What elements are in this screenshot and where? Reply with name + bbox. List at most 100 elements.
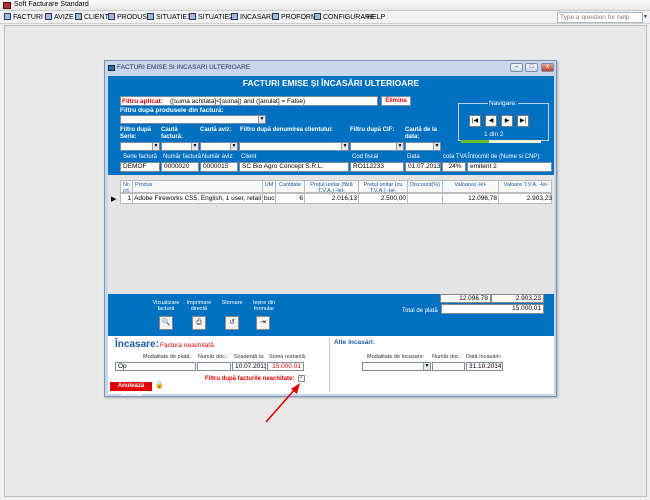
vat-rate-label: cota TVA: <box>443 154 469 160</box>
chevron-down-icon: ▼ <box>396 143 403 150</box>
receipt-method-select[interactable]: ▼ <box>362 362 431 371</box>
products-grid-header: Nr. crt. Produs UM Cantitate Prețul unit… <box>120 180 552 194</box>
receipt-doc-label: Număr doc.: <box>432 354 462 360</box>
menu-help[interactable]: HELP <box>367 13 385 22</box>
print-button[interactable]: ⎙ <box>192 316 206 330</box>
tax-code-label: Cod fiscal <box>352 154 379 160</box>
receipt-doc-field[interactable] <box>432 362 465 371</box>
doc-number-label: Număr doc.: <box>198 354 228 360</box>
cancel-invoice-button[interactable]: Anulează factura <box>110 382 152 398</box>
navigation-label: Navigare: <box>488 100 518 107</box>
issued-by-field[interactable]: emitent 2 <box>467 162 552 172</box>
cell-um[interactable]: buc <box>263 194 276 204</box>
previous-record-button[interactable]: ◀ <box>485 115 497 127</box>
payment-status: Factura neachitată <box>160 342 214 349</box>
payment-title: Încasare: <box>115 339 159 350</box>
menu-clienti[interactable]: CLIENTI <box>75 13 111 22</box>
receipt-date-field[interactable]: 31.10.2014 <box>466 362 503 371</box>
due-date-field[interactable]: 10.07.2013 <box>232 362 266 371</box>
minimize-button[interactable]: – <box>510 63 523 72</box>
help-search-input[interactable]: Type a question for help <box>557 12 643 23</box>
storno-button[interactable]: ↺ <box>225 316 239 330</box>
navigation-progress-bar <box>461 140 541 143</box>
notice-number-field[interactable]: 0000015 <box>200 162 238 172</box>
maximize-button[interactable]: □ <box>525 63 538 72</box>
remove-filter-button[interactable]: Elimina <box>381 96 411 106</box>
invoice-search-label: Caută factură: <box>161 127 184 140</box>
app-icon <box>3 2 11 9</box>
client-label: Client <box>241 154 257 160</box>
cell-valoare-tva[interactable]: 2.903,23 <box>499 194 553 204</box>
total-value-field: 12.096,78 <box>440 294 491 303</box>
series-field[interactable]: DEMOF <box>120 162 160 172</box>
report-icon <box>147 13 154 20</box>
client-filter-label: Filtru după denumirea clientului: <box>240 127 334 133</box>
annotation-arrow <box>265 383 300 423</box>
menu-situatie1[interactable]: SITUATIE1 <box>147 13 191 22</box>
cell-nr[interactable]: 1 <box>121 194 133 204</box>
vat-rate-field[interactable]: 24% <box>442 162 466 172</box>
invoice-number-field[interactable]: 0000020 <box>161 162 199 172</box>
print-label: Imprimare directă <box>186 300 212 312</box>
grid-empty-space <box>120 204 552 288</box>
notice-icon <box>45 13 52 20</box>
cif-filter-select[interactable]: ▼ <box>350 142 404 151</box>
invoice-header-values: DEMOF 0000020 0000015 SC Bio Agro Concep… <box>120 162 552 172</box>
client-filter-select[interactable]: ▼ <box>239 142 349 151</box>
proforma-icon <box>272 13 279 20</box>
series-label: Serie factură <box>123 154 158 160</box>
date-label: Data <box>407 154 420 160</box>
notice-search-select[interactable]: ▼ <box>200 142 238 151</box>
exit-icon: ⇥ <box>260 319 266 326</box>
cell-produs[interactable]: Adobe Fireworks CS5, English, 1 user, re… <box>133 194 263 204</box>
cell-cantitate[interactable]: 6 <box>276 194 305 204</box>
menu-avize[interactable]: AVIZE <box>45 13 74 22</box>
product-filter-label: Filtru după produsele din factură: <box>120 107 224 114</box>
tax-code-field[interactable]: RO112233 <box>350 162 404 172</box>
next-record-button[interactable]: ▶ <box>501 115 513 127</box>
cell-pret-cu-tva[interactable]: 2.500,00 <box>359 194 408 204</box>
table-row[interactable]: ▶ 1 Adobe Fireworks CS5, English, 1 user… <box>111 193 553 204</box>
client-field[interactable]: SC Bio Agro Concept S.R.L. <box>239 162 349 172</box>
menu-incasari[interactable]: INCASARI <box>231 13 273 22</box>
cell-valoare[interactable]: 12.096,78 <box>443 194 499 204</box>
cell-discount[interactable] <box>408 194 443 204</box>
cell-pret-fara-tva[interactable]: 2.016,13 <box>305 194 359 204</box>
chevron-down-icon[interactable]: ▼ <box>643 12 649 23</box>
doc-number-field[interactable] <box>197 362 231 371</box>
lock-icon: 🔒 <box>155 382 164 389</box>
menu-facturi[interactable]: FACTURI <box>4 13 43 22</box>
first-record-button[interactable]: |◀ <box>469 115 481 127</box>
payment-method-field[interactable]: Op <box>115 362 196 371</box>
close-button[interactable]: x <box>541 63 554 72</box>
total-to-pay-label: Total de plată <box>402 308 438 314</box>
chevron-down-icon: ▼ <box>341 143 348 150</box>
preview-label: Vizualizare factură <box>152 300 180 312</box>
series-filter-select[interactable]: ▼ <box>120 142 160 151</box>
last-record-button[interactable]: ▶| <box>517 115 529 127</box>
total-vat-field: 2.903,23 <box>491 294 544 303</box>
preview-icon: 🔍 <box>161 319 171 326</box>
invoice-search-select[interactable]: ▼ <box>161 142 199 151</box>
due-date-label: Scadență la: <box>234 354 265 360</box>
exit-button[interactable]: ⇥ <box>256 316 270 330</box>
products-icon <box>108 13 115 20</box>
notice-search-label: Caută aviz: <box>200 127 232 133</box>
applied-filter: Filtru aplicat: ([suma achitata]<[suma])… <box>120 96 378 106</box>
date-field[interactable]: 01.07.2013 <box>405 162 441 172</box>
app-titlebar: Soft Facturare Standard <box>0 0 650 11</box>
printer-icon: ⎙ <box>196 319 202 326</box>
remaining-amount-field: 15.000,01 <box>267 362 304 371</box>
series-filter-label: Filtru după Serie: <box>120 127 151 140</box>
form-icon <box>108 65 115 71</box>
cif-filter-label: Filtru după CIF: <box>350 127 395 133</box>
date-search-label: Caută de la data: <box>405 127 438 140</box>
date-search-select[interactable]: ▼ <box>405 142 441 151</box>
menu-situatie2[interactable]: SITUATIE2 <box>189 13 233 22</box>
row-selector-icon: ▶ <box>111 196 117 203</box>
menu-configurare[interactable]: CONFIGURARE <box>314 13 375 22</box>
invoice-number-label: Număr factură <box>163 154 202 160</box>
menu-produse[interactable]: PRODUSE <box>108 13 152 22</box>
product-filter-select[interactable]: ▼ <box>120 115 266 124</box>
preview-button[interactable]: 🔍 <box>159 316 173 330</box>
